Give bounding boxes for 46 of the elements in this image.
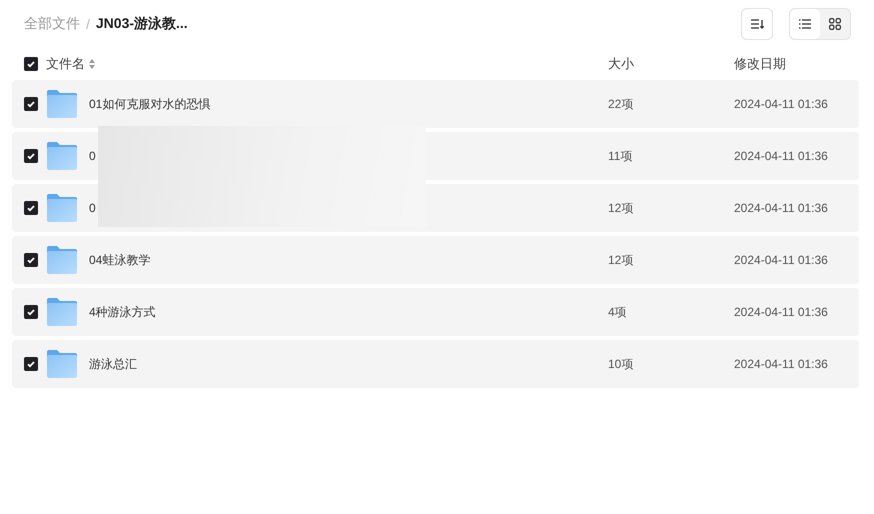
sort-icon bbox=[750, 18, 764, 30]
checkbox[interactable] bbox=[24, 57, 38, 71]
item-count: 12项 bbox=[608, 252, 634, 268]
grid-icon bbox=[829, 18, 841, 30]
item-count: 12项 bbox=[608, 200, 634, 216]
sort-button[interactable] bbox=[741, 8, 773, 40]
folder-icon bbox=[47, 298, 77, 326]
folder-row[interactable]: 游泳总汇 10项 2024-04-11 01:36 bbox=[12, 340, 859, 388]
folder-name[interactable]: 0 bbox=[89, 201, 96, 215]
checkbox[interactable] bbox=[24, 97, 38, 111]
column-header[interactable]: 修改日期 bbox=[734, 55, 859, 73]
folder-row[interactable]: 4种游泳方式 4项 2024-04-11 01:36 bbox=[12, 288, 859, 336]
folder-icon bbox=[47, 246, 77, 274]
folder-icon bbox=[47, 142, 77, 170]
modified-date: 2024-04-11 01:36 bbox=[734, 357, 829, 371]
list-view-button[interactable] bbox=[790, 9, 820, 39]
breadcrumb-separator: / bbox=[86, 16, 90, 32]
folder-row[interactable]: 01如何克服对水的恐惧 22项 2024-04-11 01:36 bbox=[12, 80, 859, 128]
modified-date: 2024-04-11 01:36 bbox=[734, 305, 829, 319]
folder-name[interactable]: 01如何克服对水的恐惧 bbox=[89, 96, 210, 112]
checkbox[interactable] bbox=[24, 149, 38, 163]
folder-name[interactable]: 0 bbox=[89, 149, 96, 163]
modified-date: 2024-04-11 01:36 bbox=[734, 253, 829, 267]
folder-name[interactable]: 游泳总汇 bbox=[89, 356, 137, 372]
column-header[interactable]: 文件名 bbox=[46, 55, 85, 73]
folder-row[interactable]: 04蛙泳教学 12项 2024-04-11 01:36 bbox=[12, 236, 859, 284]
folder-icon bbox=[47, 90, 77, 118]
checkbox[interactable] bbox=[24, 201, 38, 215]
item-count: 4项 bbox=[608, 304, 628, 320]
breadcrumb-item[interactable]: JN03-游泳教... bbox=[96, 15, 188, 33]
modified-date: 2024-04-11 01:36 bbox=[734, 97, 829, 111]
modified-date: 2024-04-11 01:36 bbox=[734, 149, 829, 163]
folder-icon bbox=[47, 194, 77, 222]
folder-icon bbox=[47, 350, 77, 378]
checkbox[interactable] bbox=[24, 305, 38, 319]
checkbox[interactable] bbox=[24, 253, 38, 267]
modified-date: 2024-04-11 01:36 bbox=[734, 201, 829, 215]
item-count: 22项 bbox=[608, 96, 634, 112]
folder-name[interactable]: 4种游泳方式 bbox=[89, 304, 156, 320]
folder-name[interactable]: 04蛙泳教学 bbox=[89, 252, 150, 268]
checkbox[interactable] bbox=[24, 357, 38, 371]
column-header[interactable]: 大小 bbox=[608, 55, 734, 73]
list-icon bbox=[799, 19, 811, 29]
item-count: 11项 bbox=[608, 148, 634, 164]
sort-arrows-icon[interactable] bbox=[89, 59, 95, 69]
item-count: 10项 bbox=[608, 356, 634, 372]
